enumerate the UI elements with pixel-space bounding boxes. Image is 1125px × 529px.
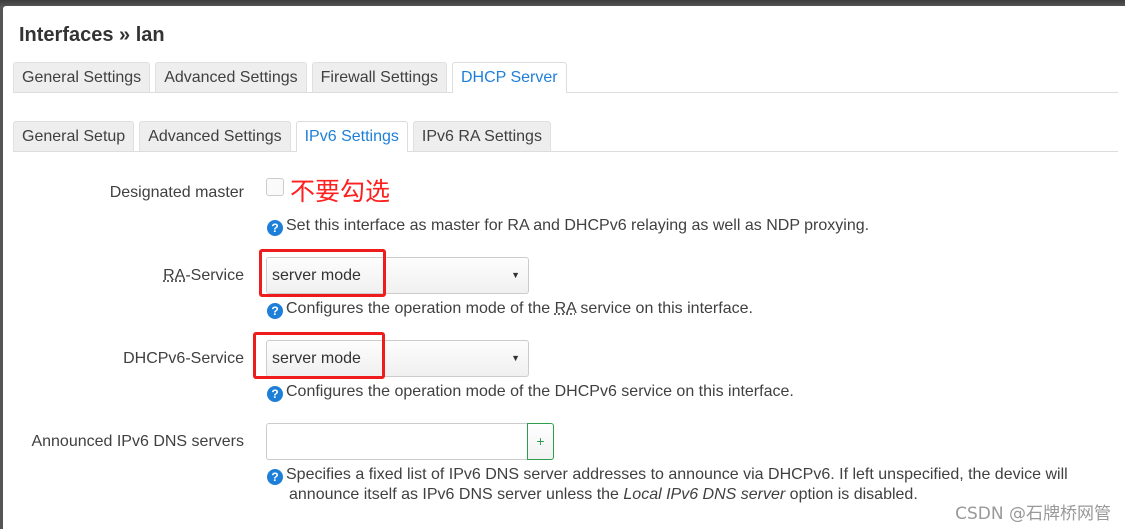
designated-master-help: ? Set this interface as master for RA and… (267, 216, 869, 236)
dhcpv6-service-label: DHCPv6-Service (123, 350, 244, 367)
tab-firewall-settings[interactable]: Firewall Settings (311, 62, 447, 92)
add-dns-server-button[interactable]: + (527, 423, 554, 460)
dhcpv6-service-value: server mode (272, 350, 361, 367)
ra-service-select[interactable]: server mode ▼ (266, 257, 529, 294)
ra-service-label: RA-Service (163, 267, 244, 285)
ra-abbr: RA (554, 300, 576, 317)
tab-general-settings[interactable]: General Settings (13, 62, 151, 92)
chevron-down-icon: ▼ (511, 270, 520, 280)
main-tab-bar: General Settings Advanced Settings Firew… (13, 62, 1118, 93)
sub-tab-bar: General Setup Advanced Settings IPv6 Set… (13, 121, 1118, 152)
help-text: Specifies a fixed list of IPv6 DNS serve… (286, 466, 1068, 483)
help-text: service on this interface. (575, 300, 753, 317)
designated-master-label: Designated master (109, 184, 244, 201)
ra-service-help: ? Configures the operation mode of the RA… (267, 299, 753, 319)
tab-advanced-settings[interactable]: Advanced Settings (155, 62, 307, 92)
annotation-do-not-check: 不要勾选 (290, 177, 391, 206)
subtab-ipv6-ra-settings[interactable]: IPv6 RA Settings (412, 121, 551, 151)
page-title: Interfaces » lan (19, 24, 165, 46)
subtab-general-setup[interactable]: General Setup (13, 121, 135, 151)
help-icon: ? (267, 303, 283, 319)
help-text: announce itself as IPv6 DNS server unles… (289, 486, 624, 503)
dns-servers-input[interactable] (266, 423, 528, 460)
help-text: option is disabled. (785, 486, 918, 503)
subtab-ipv6-settings[interactable]: IPv6 Settings (295, 121, 408, 152)
help-emphasis: Local IPv6 DNS server (623, 486, 786, 503)
help-icon: ? (267, 469, 283, 485)
help-text: Configures the operation mode of the (286, 300, 555, 317)
watermark: CSDN @石牌桥网管 (955, 504, 1111, 524)
tab-dhcp-server[interactable]: DHCP Server (451, 62, 567, 93)
ra-service-value: server mode (272, 267, 361, 284)
help-text: Set this interface as master for RA and … (286, 217, 870, 234)
ra-service-label-text: -Service (185, 267, 244, 284)
chevron-down-icon: ▼ (511, 353, 520, 363)
dhcpv6-service-select[interactable]: server mode ▼ (266, 340, 529, 377)
help-icon: ? (267, 386, 283, 402)
dns-servers-label: Announced IPv6 DNS servers (31, 433, 244, 450)
help-icon: ? (267, 220, 283, 236)
subtab-advanced-settings[interactable]: Advanced Settings (139, 121, 291, 151)
designated-master-checkbox[interactable] (266, 178, 284, 196)
ra-abbr: RA (163, 267, 186, 284)
dhcpv6-service-help: ? Configures the operation mode of the DH… (267, 382, 794, 402)
dns-servers-help: ? Specifies a fixed list of IPv6 DNS serv… (267, 465, 1068, 504)
help-text: Configures the operation mode of the DHC… (286, 383, 794, 400)
